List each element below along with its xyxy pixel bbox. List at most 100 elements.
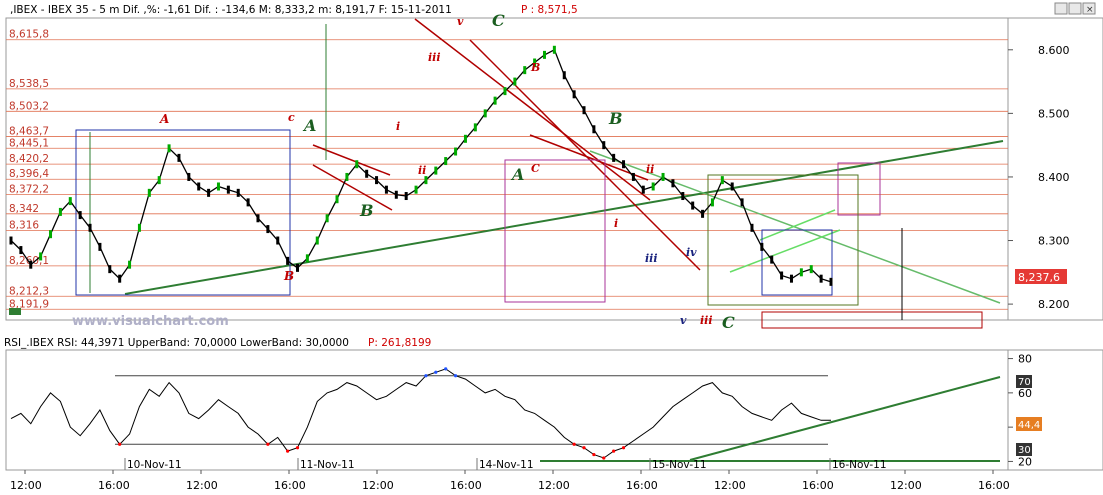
- price-candle: [128, 260, 132, 269]
- price-candle: [108, 265, 112, 274]
- price-candle: [256, 214, 260, 223]
- fib-level-label: 8,316: [9, 219, 39, 231]
- rsi-point: [572, 442, 576, 446]
- wave-label-iii-red-bottom: iii: [700, 314, 713, 327]
- indicator-icon[interactable]: [9, 308, 21, 315]
- price-candle: [365, 169, 369, 178]
- fib-level-label: 8,538,5: [9, 78, 49, 90]
- x-axis: 12:00 16:00 12:00 16:00 12:00 16:00 12:00 16:00…: [10, 470, 1010, 492]
- price-candle: [29, 260, 33, 269]
- price-candle: [730, 182, 734, 191]
- wave-label-A-red: A: [159, 112, 169, 126]
- x-tick-label: 12:00: [890, 479, 922, 492]
- wave-label-iv-blue: iv: [686, 246, 697, 259]
- rsi-point: [592, 452, 596, 457]
- wave-label-i-red: i: [614, 217, 618, 230]
- price-candle: [493, 96, 497, 105]
- maximize-button[interactable]: [1068, 2, 1082, 15]
- price-candle: [424, 176, 428, 185]
- price-candle: [197, 182, 201, 191]
- x-tick-label: 12:00: [362, 479, 394, 492]
- price-candle: [246, 198, 250, 207]
- wave-label-ii-red-left: ii: [418, 164, 426, 177]
- date-label: 11-Nov-11: [300, 459, 355, 471]
- x-tick-label: 16:00: [450, 479, 482, 492]
- rsi-y-tick-label: 60: [1018, 387, 1032, 400]
- price-candle: [296, 263, 300, 272]
- window-controls: ×: [1054, 2, 1096, 15]
- chart-svg: ,IBEX - IBEX 35 - 5 m Dif. ,%: -1,61 Dif…: [4, 2, 1103, 492]
- y-tick-label: 8.300: [1038, 235, 1070, 248]
- price-candle: [207, 188, 211, 197]
- price-candle: [414, 185, 418, 194]
- minimize-button[interactable]: [1054, 2, 1068, 15]
- y-tick-label: 8.500: [1038, 107, 1070, 120]
- y-tick-label: 8.200: [1038, 298, 1070, 311]
- price-candle: [651, 182, 655, 191]
- price-candle: [829, 277, 833, 286]
- fib-level-label: 8,342: [9, 203, 39, 215]
- rsi-point: [621, 446, 626, 450]
- price-candle: [799, 268, 803, 277]
- price-candle: [394, 190, 398, 199]
- price-candle: [226, 185, 230, 194]
- rsi-point: [266, 442, 270, 446]
- fib-level-label: 8,503,2: [9, 100, 49, 112]
- x-tick-label: 12:00: [186, 479, 218, 492]
- x-tick-label: 16:00: [98, 479, 130, 492]
- price-candle: [661, 172, 665, 181]
- y-tick-label: 8.400: [1038, 171, 1070, 184]
- price-candle: [631, 172, 635, 181]
- price-candle: [78, 211, 82, 220]
- wave-label-v-red: v: [457, 15, 464, 28]
- price-candle: [286, 256, 290, 265]
- current-price-text: 8,237,6: [1018, 271, 1060, 284]
- price-candle: [740, 198, 744, 207]
- price-candle: [177, 153, 181, 162]
- price-candle: [98, 242, 102, 251]
- wave-label-B-green: B: [359, 201, 374, 220]
- wave-label-ii-red: ii: [646, 163, 654, 176]
- rsi-panel: [5, 349, 1009, 471]
- price-candle: [809, 265, 813, 274]
- close-icon: ×: [1086, 5, 1094, 15]
- price-candle: [720, 176, 724, 185]
- rsi-current-text: 44,4: [1018, 420, 1040, 431]
- rsi-band-upper-text: 70: [1018, 377, 1031, 388]
- price-candle: [49, 230, 53, 239]
- rsi-point: [453, 374, 458, 378]
- price-candle: [701, 209, 705, 218]
- wave-label-c-red: c: [288, 111, 295, 124]
- price-candle: [552, 45, 556, 54]
- rsi-point: [602, 456, 606, 460]
- fib-level-label: 8,372,2: [9, 184, 49, 196]
- rsi-point: [582, 446, 586, 450]
- wave-label-v-blue: v: [680, 314, 687, 327]
- price-candle: [602, 141, 606, 150]
- fib-level-label: 8,212,3: [9, 285, 49, 297]
- price-candle: [622, 160, 626, 169]
- price-candle: [276, 236, 280, 245]
- wave-label-C-red: C: [531, 162, 540, 175]
- price-candle: [750, 223, 754, 232]
- wave-label-C-green-top: C: [492, 11, 505, 30]
- wave-label-B-green-mid: B: [608, 109, 623, 128]
- chart-title: ,IBEX - IBEX 35 - 5 m Dif. ,%: -1,61 Dif…: [10, 4, 452, 16]
- x-tick-label: 16:00: [626, 479, 658, 492]
- price-candle: [187, 172, 191, 181]
- price-candle: [542, 50, 546, 59]
- price-candle: [9, 236, 13, 245]
- rsi-point: [612, 449, 616, 453]
- price-candle: [463, 134, 467, 143]
- price-candle: [572, 90, 576, 99]
- price-candle: [325, 214, 329, 223]
- price-candle: [335, 195, 339, 204]
- price-candle: [789, 274, 793, 283]
- date-label: 14-Nov-11: [479, 459, 534, 471]
- fib-level-label: 8,420,2: [9, 153, 49, 165]
- price-candle: [562, 71, 566, 80]
- price-candle: [434, 166, 438, 175]
- price-candle: [39, 252, 43, 261]
- price-candle: [266, 225, 270, 234]
- price-candle: [147, 188, 151, 197]
